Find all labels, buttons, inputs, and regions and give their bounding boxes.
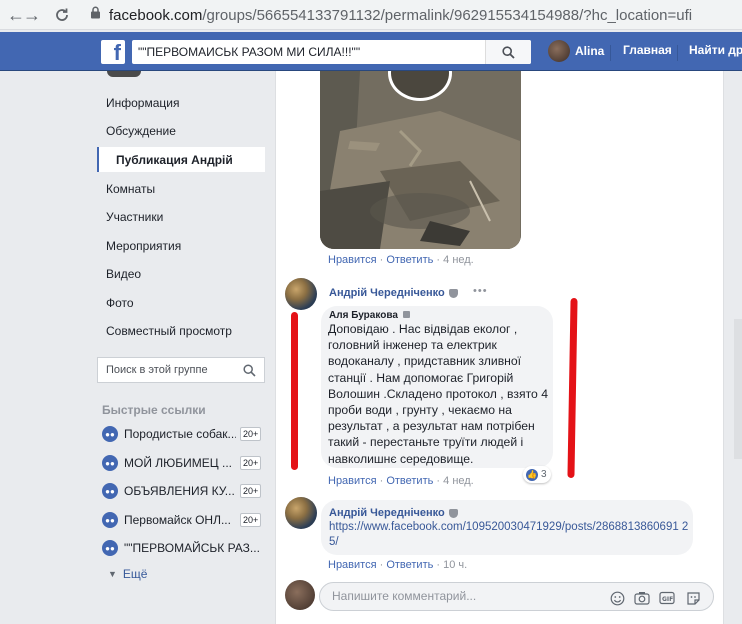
badge-icon xyxy=(402,311,410,318)
reaction-badge[interactable]: 👍 3 xyxy=(523,466,551,483)
group-icon: ●● xyxy=(102,426,118,442)
quick-link[interactable]: ●● Породистые собак... xyxy=(102,424,236,444)
quick-link-label: ОБЪЯВЛЕНИЯ КУ... xyxy=(124,484,235,498)
group-cover-thumbnail[interactable] xyxy=(107,71,141,77)
like-link[interactable]: Нравится xyxy=(328,254,377,266)
nav-item-info[interactable]: Информация xyxy=(106,96,179,110)
red-annotation-mark xyxy=(291,312,298,470)
video-thumbnail[interactable] xyxy=(320,71,521,249)
count-badge: 20+ xyxy=(240,484,262,498)
quick-link-label: Первомайск ОНЛ... xyxy=(124,513,231,527)
facebook-logo[interactable]: f xyxy=(101,40,125,64)
mentioned-user[interactable]: Аля Буракова xyxy=(329,310,410,321)
avatar[interactable] xyxy=(285,278,317,310)
gif-icon[interactable]: GIF xyxy=(659,590,675,606)
reaction-count: 3 xyxy=(541,469,547,480)
nav-item-publication[interactable]: Публикация Андрій xyxy=(116,153,233,167)
comment-time[interactable]: 4 нед. xyxy=(443,254,474,266)
nav-item-watch-party[interactable]: Совместный просмотр xyxy=(106,324,232,338)
more-label: Ещё xyxy=(122,567,148,581)
lock-icon xyxy=(90,6,101,24)
nav-item-photos[interactable]: Фото xyxy=(106,296,134,310)
comment-actions: Нравится · Ответить · 10 ч. xyxy=(328,559,468,571)
forward-icon[interactable]: → xyxy=(18,1,46,29)
group-icon: ●● xyxy=(102,455,118,471)
comment-actions: Нравится · Ответить · 4 нед. xyxy=(328,475,474,487)
reply-link[interactable]: Ответить xyxy=(386,559,433,571)
avatar xyxy=(548,40,570,62)
chevron-down-icon: ▼ xyxy=(108,569,117,579)
avatar xyxy=(285,580,315,610)
like-link[interactable]: Нравится xyxy=(328,559,377,571)
browser-toolbar: ← → facebook.com/groups/566554133791132/… xyxy=(0,0,742,30)
avatar[interactable] xyxy=(285,497,317,529)
nav-item-videos[interactable]: Видео xyxy=(106,267,141,281)
home-link[interactable]: Главная xyxy=(623,43,672,57)
like-icon: 👍 xyxy=(526,468,538,481)
find-friends-link[interactable]: Найти дру xyxy=(689,43,742,57)
like-link[interactable]: Нравится xyxy=(328,475,377,487)
comment-author[interactable]: Андрій Чередніченко xyxy=(329,287,458,299)
group-search-placeholder: Поиск в этой группе xyxy=(106,364,208,376)
search-icon xyxy=(502,45,515,59)
quick-link[interactable]: ●● ОБЪЯВЛЕНИЯ КУ... xyxy=(102,481,236,501)
group-icon: ●● xyxy=(102,483,118,499)
author-name: Андрій Чередніченко xyxy=(329,507,445,519)
search-input[interactable]: ""ПЕРВОМАИСЬК РАЗОМ МИ СИЛА!!!"" xyxy=(132,40,531,64)
svg-text:GIF: GIF xyxy=(662,596,673,603)
comment-text: Доповідаю . Нас відвідав еколог , головн… xyxy=(328,322,548,466)
user-name: Alina xyxy=(575,44,605,58)
comment-time[interactable]: 10 ч. xyxy=(443,559,467,571)
count-badge: 20+ xyxy=(240,456,262,470)
quick-link-label: ""ПЕРВОМАЙСЬК РАЗ... xyxy=(124,541,260,555)
quick-link-label: МОЙ ЛЮБИМЕЦ ... xyxy=(124,456,232,470)
group-icon: ●● xyxy=(102,540,118,556)
admin-badge-icon xyxy=(448,508,458,518)
nav-item-discussion[interactable]: Обсуждение xyxy=(106,124,176,138)
count-badge: 20+ xyxy=(240,427,262,441)
admin-badge-icon xyxy=(448,288,458,298)
reply-link[interactable]: Ответить xyxy=(386,475,433,487)
quick-link[interactable]: ●● Первомайск ОНЛ... xyxy=(102,510,236,530)
nav-item-events[interactable]: Мероприятия xyxy=(106,239,181,253)
comment-placeholder: Напишите комментарий... xyxy=(332,589,477,603)
quick-link-label: Породистые собак... xyxy=(124,427,236,441)
more-options-icon[interactable]: ••• xyxy=(473,285,488,297)
search-button[interactable] xyxy=(485,40,531,64)
quick-link[interactable]: ●● МОЙ ЛЮБИМЕЦ ... xyxy=(102,453,236,473)
search-icon xyxy=(243,363,264,377)
search-value: ""ПЕРВОМАИСЬК РАЗОМ МИ СИЛА!!!"" xyxy=(138,45,361,59)
reply-link[interactable]: Ответить xyxy=(386,254,433,266)
comment-actions: Нравится · Ответить · 4 нед. xyxy=(328,254,474,266)
nav-item-members[interactable]: Участники xyxy=(106,210,163,224)
count-badge: 20+ xyxy=(240,513,262,527)
address-bar[interactable]: facebook.com/groups/566554133791132/perm… xyxy=(84,3,742,27)
divider xyxy=(677,45,678,61)
emoji-icon[interactable] xyxy=(609,590,625,606)
comment-time[interactable]: 4 нед. xyxy=(443,475,474,487)
comment-link[interactable]: https://www.facebook.com/109520030471929… xyxy=(329,520,689,549)
quick-links-title: Быстрые ссылки xyxy=(102,403,206,417)
comment-author[interactable]: Андрій Чередніченко xyxy=(329,507,458,519)
group-icon: ●● xyxy=(102,512,118,528)
nav-item-rooms[interactable]: Комнаты xyxy=(106,182,155,196)
right-column-edge xyxy=(730,71,742,624)
sticker-icon[interactable] xyxy=(685,590,701,606)
group-search-input[interactable]: Поиск в этой группе xyxy=(97,357,265,383)
reload-icon[interactable] xyxy=(48,1,76,29)
url-text: facebook.com/groups/566554133791132/perm… xyxy=(109,6,693,24)
author-name: Андрій Чередніченко xyxy=(329,287,445,299)
mentioned-user-name: Аля Буракова xyxy=(329,310,398,321)
profile-link[interactable]: Alina xyxy=(548,40,604,62)
more-link[interactable]: ▼ Ещё xyxy=(108,567,147,581)
quick-link[interactable]: ●● ""ПЕРВОМАЙСЬК РАЗ... xyxy=(102,538,264,558)
facebook-header: f ""ПЕРВОМАИСЬК РАЗОМ МИ СИЛА!!!"" Alina… xyxy=(0,32,742,71)
divider xyxy=(610,45,611,61)
camera-icon[interactable] xyxy=(634,590,650,606)
